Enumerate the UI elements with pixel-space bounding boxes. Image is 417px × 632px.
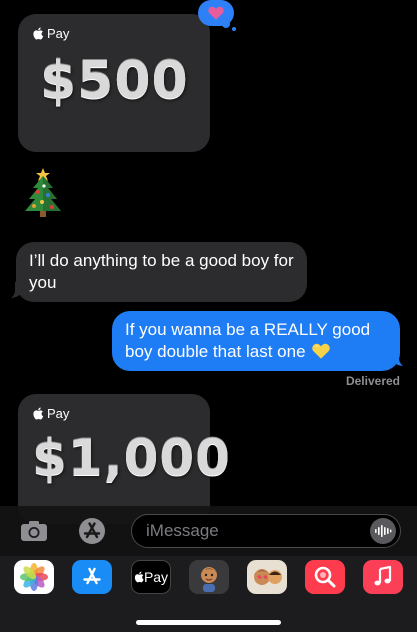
payment-amount: $1,000 bbox=[32, 429, 231, 487]
tapback-tail-dot bbox=[222, 20, 230, 28]
photos-icon bbox=[20, 563, 48, 591]
heart-icon bbox=[208, 6, 224, 20]
camera-button[interactable] bbox=[14, 514, 54, 548]
imessage-input[interactable]: iMessage bbox=[131, 514, 401, 548]
apple-pay-label: Pay bbox=[47, 26, 70, 41]
photos-app-button[interactable] bbox=[14, 560, 54, 594]
incoming-message-text: I’ll do anything to be a good boy for yo… bbox=[29, 251, 294, 292]
apple-pay-card-500[interactable]: Pay $500 bbox=[18, 14, 210, 152]
payment-amount: $500 bbox=[40, 51, 189, 111]
home-indicator[interactable] bbox=[136, 620, 281, 625]
yellow-heart-icon bbox=[312, 343, 330, 359]
app-store-icon bbox=[79, 518, 105, 544]
app-store-app-button[interactable] bbox=[72, 560, 112, 594]
image-search-icon bbox=[314, 566, 336, 588]
image-search-app-button[interactable] bbox=[305, 560, 345, 594]
audio-message-button[interactable] bbox=[370, 518, 396, 544]
music-icon bbox=[374, 565, 392, 586]
tapback-tail-dot-small bbox=[232, 27, 236, 31]
messages-screen: Pay $500 I’ll do anything to be a good b… bbox=[0, 0, 417, 632]
outgoing-message-text: If you wanna be a REALLY good boy double… bbox=[125, 320, 371, 361]
memoji-stickers-icon bbox=[254, 569, 282, 585]
apple-logo-icon bbox=[33, 407, 44, 420]
audio-waveform-icon bbox=[375, 525, 392, 537]
apple-logo-icon bbox=[33, 27, 44, 40]
apps-button[interactable] bbox=[72, 514, 112, 548]
music-app-button[interactable] bbox=[363, 560, 403, 594]
camera-icon bbox=[21, 521, 47, 541]
app-store-icon bbox=[83, 567, 101, 585]
apple-pay-icon bbox=[134, 571, 144, 583]
apple-pay-brand: Pay bbox=[32, 26, 196, 41]
memoji-icon bbox=[201, 567, 217, 592]
memoji-stickers-app-button[interactable] bbox=[247, 560, 287, 594]
outgoing-message-bubble[interactable]: If you wanna be a REALLY good boy double… bbox=[112, 311, 400, 371]
apple-pay-brand: Pay bbox=[32, 406, 196, 421]
incoming-message-bubble[interactable]: I’ll do anything to be a good boy for yo… bbox=[16, 242, 307, 302]
memoji-app-button[interactable] bbox=[189, 560, 229, 594]
apple-pay-app-button[interactable]: Pay bbox=[131, 560, 171, 594]
christmas-tree-icon[interactable] bbox=[22, 164, 64, 220]
delivery-status: Delivered bbox=[345, 374, 400, 388]
apple-pay-label: Pay bbox=[47, 406, 70, 421]
apple-pay-card-1000[interactable]: Pay $1,000 bbox=[18, 394, 231, 524]
apple-pay-app-label: Pay bbox=[143, 569, 169, 585]
imessage-placeholder: iMessage bbox=[146, 521, 219, 540]
